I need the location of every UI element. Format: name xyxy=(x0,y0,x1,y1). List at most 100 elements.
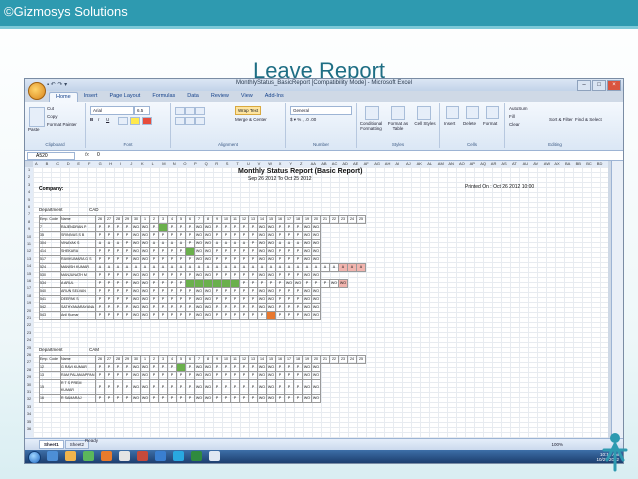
status-cell[interactable]: WO xyxy=(194,223,204,232)
status-cell[interactable]: WO xyxy=(131,394,141,403)
row-header[interactable]: 24 xyxy=(25,338,33,342)
status-cell[interactable]: P xyxy=(284,311,294,320)
status-cell[interactable]: WO xyxy=(302,295,312,304)
status-cell[interactable]: A xyxy=(239,263,249,272)
status-cell[interactable]: WO xyxy=(140,279,150,288)
column-header[interactable]: AU xyxy=(523,161,529,166)
tab-add-ins[interactable]: Add-Ins xyxy=(259,92,290,102)
emp-code-cell[interactable]: 530 xyxy=(39,271,61,280)
status-cell[interactable]: A xyxy=(248,263,258,272)
font-color-icon[interactable] xyxy=(142,117,152,125)
status-cell[interactable]: P xyxy=(158,295,168,304)
column-header[interactable]: BC xyxy=(586,161,592,166)
status-cell[interactable]: P xyxy=(212,255,222,264)
status-cell[interactable]: P xyxy=(266,279,276,288)
status-cell[interactable]: WO xyxy=(140,394,150,403)
status-cell[interactable]: WO xyxy=(266,247,276,256)
tab-data[interactable]: Data xyxy=(181,92,205,102)
emp-name-cell[interactable]: RAJENDRAN P xyxy=(60,223,96,232)
status-cell[interactable]: P xyxy=(248,231,258,240)
status-cell[interactable]: P xyxy=(122,363,132,372)
align-bottom-icon[interactable] xyxy=(195,107,205,115)
status-cell[interactable]: P xyxy=(158,247,168,256)
table-row[interactable]: 15 R T S PREM KUMAR P P P P WO WO P P P P P WO WO P P P P P… xyxy=(39,379,366,395)
status-cell[interactable]: WO xyxy=(203,231,213,240)
status-cell[interactable]: WO xyxy=(140,303,150,312)
row-header[interactable]: 16 xyxy=(25,279,33,283)
row-header[interactable]: 36 xyxy=(25,427,33,431)
status-cell[interactable]: WO xyxy=(140,379,150,395)
number-buttons[interactable]: $ ▾ % , .0 .00 xyxy=(290,117,316,123)
emp-code-cell[interactable]: 534 xyxy=(39,279,61,288)
status-cell[interactable]: WO xyxy=(203,255,213,264)
status-cell[interactable]: P xyxy=(122,303,132,312)
status-cell[interactable]: P xyxy=(176,394,186,403)
status-cell[interactable]: WO xyxy=(302,271,312,280)
status-cell[interactable]: WO xyxy=(194,379,204,395)
row-header[interactable]: 14 xyxy=(25,264,33,268)
status-cell[interactable]: WO xyxy=(311,379,321,395)
status-cell[interactable]: P xyxy=(113,394,123,403)
close-icon[interactable]: × xyxy=(607,80,621,91)
status-cell[interactable]: P xyxy=(293,311,303,320)
italic-button[interactable]: I xyxy=(98,117,99,122)
status-cell[interactable]: P xyxy=(221,223,231,232)
status-cell[interactable]: P xyxy=(293,231,303,240)
paste-icon[interactable] xyxy=(29,107,45,127)
notepad-icon[interactable] xyxy=(209,451,220,461)
status-cell[interactable]: P xyxy=(167,303,177,312)
status-cell[interactable]: P xyxy=(284,247,294,256)
status-cell[interactable]: P xyxy=(167,247,177,256)
emp-code-cell[interactable]: 7 xyxy=(39,223,61,232)
status-cell[interactable]: A xyxy=(167,263,177,272)
status-cell[interactable]: P xyxy=(95,394,105,403)
minimize-icon[interactable]: – xyxy=(577,80,591,91)
row-header[interactable]: 22 xyxy=(25,323,33,327)
status-cell[interactable]: P xyxy=(167,371,177,380)
tab-review[interactable]: Review xyxy=(205,92,235,102)
column-header[interactable]: AH xyxy=(385,161,391,166)
emp-name-cell[interactable]: A ARUL xyxy=(60,279,96,288)
status-cell[interactable]: P xyxy=(239,279,249,288)
status-cell[interactable]: P xyxy=(293,223,303,232)
row-header[interactable]: 23 xyxy=(25,331,33,335)
status-cell[interactable]: WO xyxy=(311,303,321,312)
status-cell[interactable]: P xyxy=(113,223,123,232)
status-cell[interactable]: P xyxy=(95,271,105,280)
column-header[interactable]: W xyxy=(268,161,272,166)
status-cell[interactable]: P xyxy=(113,271,123,280)
status-cell[interactable]: P xyxy=(104,363,114,372)
status-cell[interactable]: WO xyxy=(194,231,204,240)
row-header[interactable]: 29 xyxy=(25,375,33,379)
status-cell[interactable]: P xyxy=(284,394,294,403)
status-cell[interactable]: WO xyxy=(266,363,276,372)
row-header[interactable]: 1 xyxy=(25,168,33,172)
column-header[interactable]: S xyxy=(226,161,229,166)
status-cell[interactable]: P xyxy=(302,279,312,288)
status-cell[interactable]: WO xyxy=(266,223,276,232)
status-cell[interactable]: WO xyxy=(257,231,267,240)
status-cell[interactable]: A xyxy=(356,263,366,272)
status-cell[interactable]: WO xyxy=(203,394,213,403)
emp-name-cell[interactable]: RAVIKUMARA G S xyxy=(60,255,96,264)
status-cell[interactable]: P xyxy=(248,394,258,403)
status-cell[interactable]: WO xyxy=(203,311,213,320)
status-cell[interactable]: P xyxy=(104,279,114,288)
format-cells-icon[interactable] xyxy=(486,106,499,119)
status-cell[interactable]: WO xyxy=(131,311,141,320)
status-cell[interactable]: P xyxy=(275,311,285,320)
status-cell[interactable]: P xyxy=(248,239,258,248)
status-cell[interactable]: WO xyxy=(302,255,312,264)
status-cell[interactable]: A xyxy=(338,263,348,272)
font-name-box[interactable]: Arial xyxy=(90,106,134,115)
status-cell[interactable]: P xyxy=(176,247,186,256)
media-icon[interactable] xyxy=(83,451,94,461)
status-cell[interactable]: P xyxy=(113,311,123,320)
status-cell[interactable]: P xyxy=(176,223,186,232)
status-cell[interactable]: WO xyxy=(194,271,204,280)
status-cell[interactable]: A xyxy=(122,263,132,272)
status-cell[interactable]: P xyxy=(95,255,105,264)
status-cell[interactable]: P xyxy=(113,371,123,380)
status-cell[interactable]: WO xyxy=(284,279,294,288)
status-cell[interactable]: P xyxy=(284,223,294,232)
